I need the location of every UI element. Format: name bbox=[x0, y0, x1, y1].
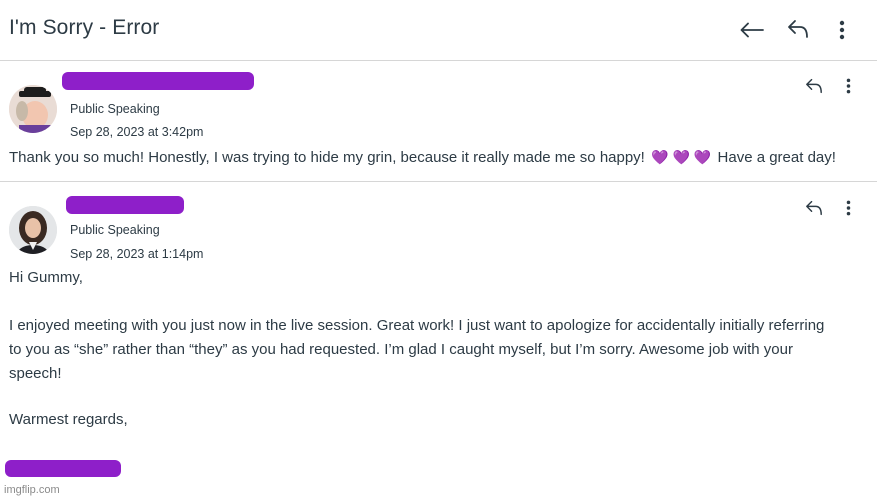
reply-icon[interactable] bbox=[803, 76, 825, 96]
message-greeting: Hi Gummy, bbox=[9, 269, 83, 286]
course-name: Public Speaking bbox=[70, 102, 160, 116]
kebab-menu-icon[interactable] bbox=[840, 198, 856, 218]
kebab-menu-icon[interactable] bbox=[840, 76, 856, 96]
purple-heart-icon: 💜 bbox=[693, 149, 712, 165]
message-date: Sep 28, 2023 at 1:14pm bbox=[70, 247, 204, 261]
paragraph-line: to you as “she” rather than “they” as yo… bbox=[9, 341, 793, 358]
reply-icon[interactable] bbox=[803, 198, 825, 218]
redacted-sender-name bbox=[62, 72, 254, 90]
message-body: Thank you so much! Honestly, I was tryin… bbox=[9, 145, 836, 170]
kebab-menu-icon[interactable] bbox=[832, 17, 852, 43]
purple-heart-icon: 💜 bbox=[651, 149, 669, 165]
avatar bbox=[9, 85, 57, 133]
message-closing: Warmest regards, bbox=[9, 411, 128, 428]
message-text-closing: Have a great day! bbox=[717, 149, 836, 166]
message-paragraph: I enjoyed meeting with you just now in t… bbox=[9, 314, 874, 386]
reply-icon[interactable] bbox=[785, 17, 811, 41]
message-date: Sep 28, 2023 at 3:42pm bbox=[70, 125, 204, 139]
course-name: Public Speaking bbox=[70, 223, 160, 237]
paragraph-line: speech! bbox=[9, 365, 62, 382]
message-text: Thank you so much! Honestly, I was tryin… bbox=[9, 149, 645, 166]
page-title: I'm Sorry - Error bbox=[9, 16, 160, 39]
header-divider bbox=[0, 60, 877, 61]
redacted-signature bbox=[5, 460, 121, 477]
avatar bbox=[9, 206, 57, 254]
paragraph-line: I enjoyed meeting with you just now in t… bbox=[9, 317, 825, 334]
redacted-sender-name bbox=[66, 196, 184, 214]
arrow-left-icon[interactable] bbox=[738, 18, 766, 42]
watermark: imgflip.com bbox=[4, 484, 60, 496]
purple-heart-icon: 💜 bbox=[672, 149, 690, 165]
message-divider bbox=[0, 181, 877, 182]
